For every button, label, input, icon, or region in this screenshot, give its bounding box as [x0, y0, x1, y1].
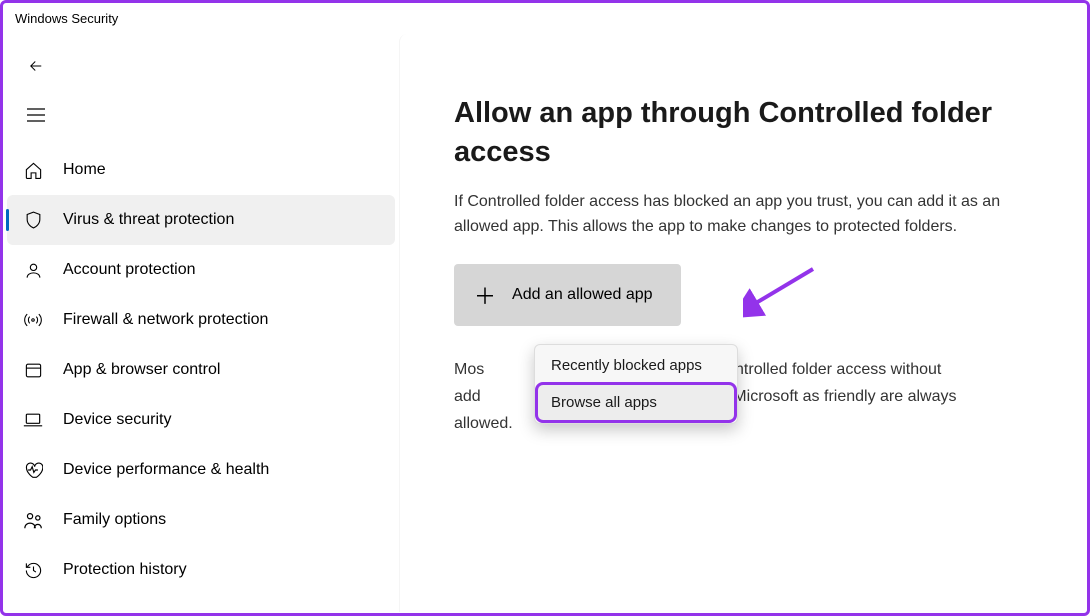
- back-button[interactable]: [27, 54, 375, 78]
- nav-list: Home Virus & threat protection Account p…: [3, 145, 399, 595]
- sidebar-item-virus-threat[interactable]: Virus & threat protection: [7, 195, 395, 245]
- sidebar-item-label: Virus & threat protection: [63, 211, 234, 229]
- firewall-icon: [21, 308, 45, 332]
- sidebar-item-home[interactable]: Home: [3, 145, 399, 195]
- add-allowed-app-button[interactable]: ＋ Add an allowed app: [454, 264, 681, 326]
- plus-icon: ＋: [474, 279, 496, 311]
- sidebar-item-family[interactable]: Family options: [3, 495, 399, 545]
- window-title: Windows Security: [3, 3, 1087, 34]
- sidebar-item-app-browser[interactable]: App & browser control: [3, 345, 399, 395]
- laptop-icon: [21, 408, 45, 432]
- hamburger-button[interactable]: [27, 103, 375, 127]
- add-button-label: Add an allowed app: [512, 286, 653, 304]
- sidebar-item-label: Family options: [63, 511, 166, 529]
- page-description: If Controlled folder access has blocked …: [454, 190, 1047, 240]
- person-icon: [21, 258, 45, 282]
- sidebar-item-device-security[interactable]: Device security: [3, 395, 399, 445]
- sidebar-item-label: Protection history: [63, 561, 187, 579]
- back-icon: [27, 57, 45, 75]
- sidebar-item-label: Firewall & network protection: [63, 311, 268, 329]
- home-icon: [21, 158, 45, 182]
- heart-icon: [21, 458, 45, 482]
- sidebar-item-firewall[interactable]: Firewall & network protection: [3, 295, 399, 345]
- sidebar-item-label: Account protection: [63, 261, 196, 279]
- shield-icon: [21, 208, 45, 232]
- history-icon: [21, 558, 45, 582]
- browser-icon: [21, 358, 45, 382]
- sidebar-item-label: Device security: [63, 411, 171, 429]
- main-content: Allow an app through Controlled folder a…: [399, 34, 1087, 612]
- sidebar: Home Virus & threat protection Account p…: [3, 34, 399, 612]
- sidebar-item-label: Device performance & health: [63, 461, 269, 479]
- page-title: Allow an app through Controlled folder a…: [454, 94, 1047, 172]
- hamburger-icon: [27, 108, 45, 122]
- add-app-dropdown: Recently blocked apps Browse all apps: [534, 344, 738, 424]
- sidebar-item-label: App & browser control: [63, 361, 220, 379]
- family-icon: [21, 508, 45, 532]
- sidebar-item-account[interactable]: Account protection: [3, 245, 399, 295]
- sidebar-item-label: Home: [63, 161, 106, 179]
- sidebar-item-performance[interactable]: Device performance & health: [3, 445, 399, 495]
- sidebar-item-history[interactable]: Protection history: [3, 545, 399, 595]
- dropdown-browse-all[interactable]: Browse all apps: [537, 384, 735, 421]
- dropdown-recently-blocked[interactable]: Recently blocked apps: [537, 347, 735, 384]
